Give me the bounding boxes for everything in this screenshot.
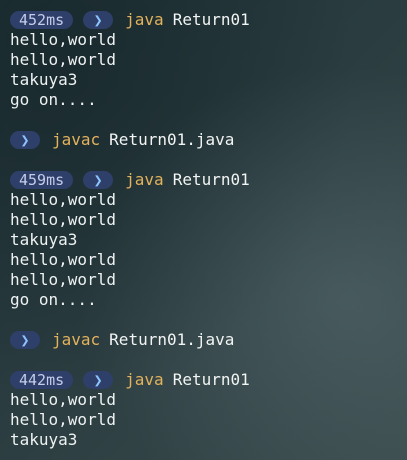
chevron-right-icon: ❯ [10, 131, 40, 149]
output-line: takuya3 [10, 230, 78, 249]
prompt-line: 452ms ❯ java Return01 [10, 10, 407, 30]
command-name: java [125, 10, 164, 29]
output-line: hello,world [10, 30, 116, 49]
command-argument: Return01.java [109, 130, 235, 149]
command-name: java [125, 170, 164, 189]
command-argument: Return01.java [109, 330, 235, 349]
prompt-line: 459ms ❯ java Return01 [10, 170, 407, 190]
command-name: java [125, 370, 164, 389]
output-line: go on.... [10, 290, 97, 309]
prompt-line: ❯ javac Return01.java [10, 330, 407, 350]
output-line: go on.... [10, 90, 97, 109]
duration-badge: 442ms [10, 371, 74, 389]
duration-badge: 452ms [10, 11, 74, 29]
output-line: hello,world [10, 250, 116, 269]
output-line: takuya3 [10, 70, 78, 89]
chevron-right-icon: ❯ [10, 331, 40, 349]
output-line: hello,world [10, 190, 116, 209]
command-name: javac [52, 130, 101, 149]
chevron-right-icon: ❯ [83, 171, 114, 189]
output-line: hello,world [10, 210, 116, 229]
command-name: javac [52, 330, 101, 349]
command-argument: Return01 [172, 370, 250, 389]
output-line: takuya3 [10, 430, 78, 449]
chevron-right-icon: ❯ [83, 11, 114, 29]
command-argument: Return01 [172, 10, 250, 29]
duration-badge: 459ms [10, 171, 74, 189]
prompt-line: 442ms ❯ java Return01 [10, 370, 407, 390]
output-line: hello,world [10, 50, 116, 69]
output-line: hello,world [10, 390, 116, 409]
prompt-line: ❯ javac Return01.java [10, 130, 407, 150]
chevron-right-icon: ❯ [83, 371, 114, 389]
command-argument: Return01 [172, 170, 250, 189]
output-line: hello,world [10, 270, 116, 289]
terminal-window[interactable]: 452ms ❯ java Return01 hello,world hello,… [0, 0, 407, 460]
output-line: hello,world [10, 410, 116, 429]
